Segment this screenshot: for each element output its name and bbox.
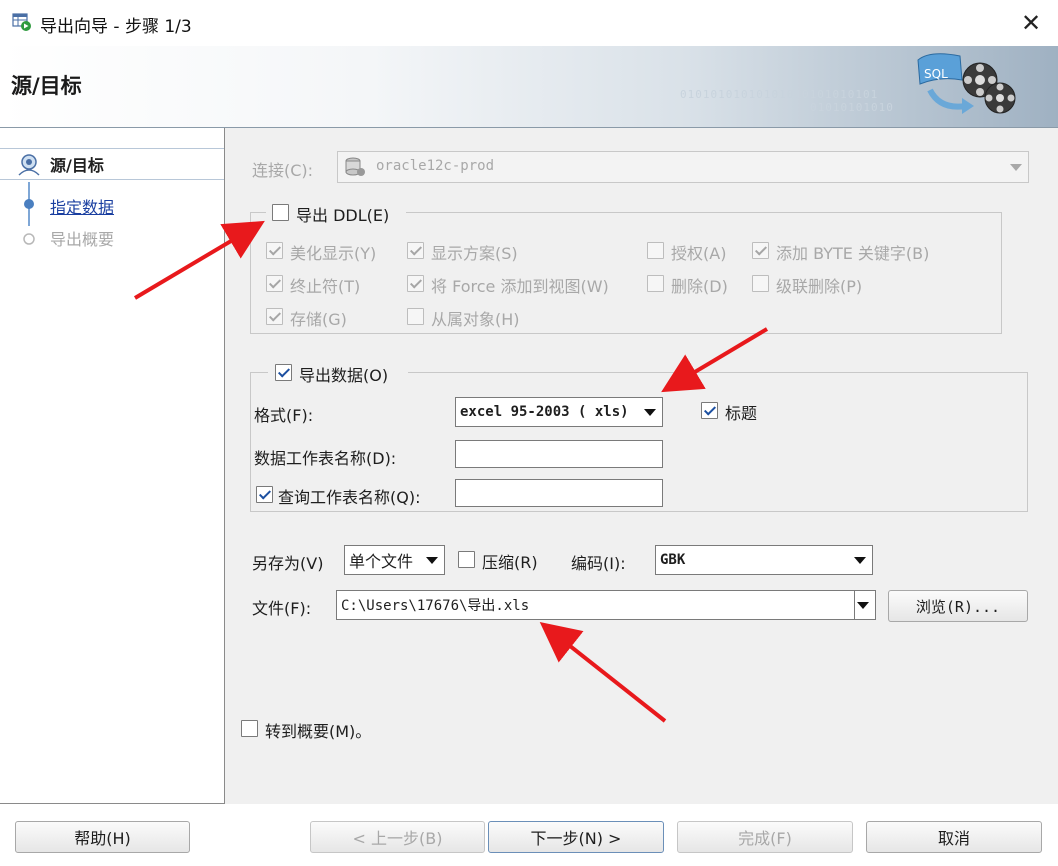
step-label: 导出概要	[50, 230, 115, 249]
add-byte-keyword-label: 添加 BYTE 关键字(B)	[776, 244, 930, 263]
connection-label: 连接(C):	[252, 161, 314, 180]
svg-text:SQL: SQL	[924, 67, 948, 81]
encoding-value: GBK	[660, 552, 686, 568]
export-data-label: 导出数据(O)	[299, 366, 389, 385]
banner-binary-text: 01010101010101010101010101	[680, 88, 879, 101]
data-sheet-name-label: 数据工作表名称(D):	[254, 449, 397, 468]
step-connector-icon	[24, 182, 34, 226]
file-label: 文件(F):	[252, 599, 312, 618]
terminator-label: 终止符(T)	[290, 277, 361, 296]
encoding-select[interactable]: GBK	[655, 545, 873, 575]
help-button[interactable]: 帮助(H)	[15, 821, 190, 853]
storage-checkbox	[266, 308, 283, 325]
next-button[interactable]: 下一步(N) >	[488, 821, 664, 853]
encoding-label: 编码(I):	[571, 554, 626, 573]
title-bar: 导出向导 - 步骤 1/3 ✕	[0, 0, 1058, 46]
show-schema-checkbox	[407, 242, 424, 259]
chevron-down-icon	[857, 602, 869, 609]
format-select[interactable]: excel 95-2003 ( xls)	[455, 397, 663, 427]
chevron-down-icon	[426, 557, 438, 564]
compress-label: 压缩(R)	[482, 553, 538, 572]
file-path-combo[interactable]: C:\Users\17676\导出.xls	[336, 590, 876, 620]
chevron-down-icon	[854, 557, 866, 564]
save-as-select[interactable]: 单个文件	[344, 545, 445, 575]
wizard-banner: 源/目标 01010101010101010101010101 01010101…	[0, 46, 1058, 128]
connection-select: oracle12c-prod	[337, 151, 1029, 183]
drop-checkbox	[647, 275, 664, 292]
step-specify-data[interactable]: 指定数据	[0, 182, 224, 226]
banner-binary-text-2: 01010101010	[810, 101, 894, 114]
grants-checkbox	[647, 242, 664, 259]
pending-step-icon	[23, 233, 35, 245]
current-step-icon	[18, 154, 40, 176]
export-data-checkbox[interactable]	[275, 364, 292, 381]
connection-value: oracle12c-prod	[376, 158, 495, 174]
dependent-objects-label: 从属对象(H)	[431, 310, 520, 329]
export-ddl-checkbox[interactable]	[272, 204, 289, 221]
cancel-button[interactable]: 取消	[866, 821, 1042, 853]
step-source-target[interactable]: 源/目标	[0, 148, 224, 180]
go-to-summary-label: 转到概要(M)。	[265, 722, 372, 741]
browse-button[interactable]: 浏览(R)...	[888, 590, 1028, 622]
export-wizard-icon	[12, 13, 31, 31]
chevron-down-icon	[644, 409, 656, 416]
window-title: 导出向导 - 步骤 1/3	[40, 17, 192, 37]
save-as-label: 另存为(V)	[252, 554, 324, 573]
pretty-print-label: 美化显示(Y)	[290, 244, 377, 263]
finish-button: 完成(F)	[677, 821, 853, 853]
grants-label: 授权(A)	[671, 244, 727, 263]
force-views-checkbox	[407, 275, 424, 292]
ddl-options-group	[250, 212, 1002, 334]
step-label: 源/目标	[50, 156, 104, 175]
data-sheet-name-input[interactable]	[455, 440, 663, 468]
close-button[interactable]: ✕	[1010, 6, 1052, 40]
terminator-checkbox	[266, 275, 283, 292]
add-byte-keyword-checkbox	[752, 242, 769, 259]
step-label: 指定数据	[50, 198, 115, 217]
show-schema-label: 显示方案(S)	[431, 244, 518, 263]
cascade-drop-label: 级联删除(P)	[776, 277, 863, 296]
force-views-label: 将 Force 添加到视图(W)	[431, 277, 609, 296]
combo-divider	[854, 591, 855, 619]
database-export-icon: SQL	[917, 53, 1016, 114]
file-path-value: C:\Users\17676\导出.xls	[341, 598, 530, 614]
format-label: 格式(F):	[254, 406, 314, 425]
cascade-drop-checkbox	[752, 275, 769, 292]
step-export-summary: 导出概要	[0, 222, 224, 254]
save-as-value: 单个文件	[349, 552, 414, 571]
drop-label: 删除(D)	[671, 277, 728, 296]
page-title: 源/目标	[11, 74, 82, 98]
header-label: 标题	[725, 404, 758, 423]
go-to-summary-checkbox[interactable]	[241, 720, 258, 737]
pretty-print-checkbox	[266, 242, 283, 259]
database-connection-icon	[345, 157, 365, 176]
export-ddl-label: 导出 DDL(E)	[296, 206, 390, 225]
query-sheet-name-label: 查询工作表名称(Q):	[278, 488, 421, 507]
storage-label: 存储(G)	[290, 310, 347, 329]
header-checkbox[interactable]	[701, 402, 718, 419]
wizard-steps-nav: 源/目标 指定数据 导出概要	[0, 128, 225, 804]
query-sheet-name-input[interactable]	[455, 479, 663, 507]
format-value: excel 95-2003 ( xls)	[460, 404, 629, 420]
back-button: < 上一步(B)	[310, 821, 485, 853]
compress-checkbox[interactable]	[458, 551, 475, 568]
query-sheet-checkbox[interactable]	[256, 486, 273, 503]
dependent-objects-checkbox	[407, 308, 424, 325]
chevron-down-icon	[1010, 164, 1022, 171]
